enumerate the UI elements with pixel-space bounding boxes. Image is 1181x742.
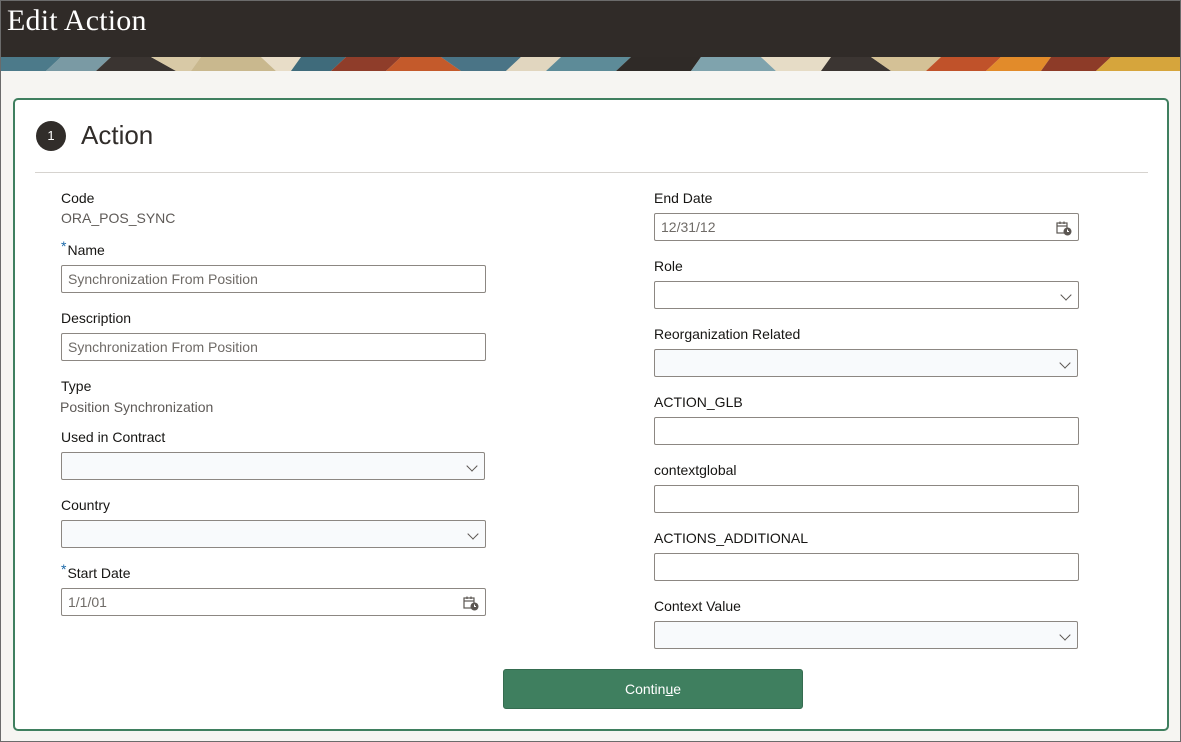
continue-label-prefix: Contin [624, 681, 666, 697]
role-label: Role [654, 258, 683, 274]
role-select[interactable] [654, 281, 1079, 309]
title-bar: Edit Action [1, 1, 1180, 57]
type-label: Type [61, 378, 92, 394]
calendar-icon[interactable] [1056, 220, 1072, 236]
name-label-text: Name [67, 242, 105, 258]
name-label: *Name [61, 238, 105, 258]
description-input[interactable]: Synchronization From Position [61, 333, 486, 361]
end-date-value: 12/31/12 [661, 219, 716, 235]
country-label: Country [61, 497, 111, 513]
reorganization-related-label: Reorganization Related [654, 326, 801, 342]
action-glb-input[interactable] [654, 417, 1079, 445]
step-number-circle: 1 [36, 121, 66, 151]
chevron-down-icon [466, 460, 478, 472]
name-input[interactable]: Synchronization From Position [61, 265, 486, 293]
used-in-contract-label: Used in Contract [61, 429, 166, 445]
start-date-label: *Start Date [61, 561, 131, 581]
required-marker: * [61, 561, 67, 577]
step-title: Action [81, 120, 154, 150]
used-in-contract-select[interactable] [61, 452, 485, 480]
start-date-input[interactable]: 1/1/01 [61, 588, 486, 616]
type-value: Position Synchronization [60, 399, 214, 415]
calendar-icon[interactable] [463, 595, 479, 611]
continue-button[interactable]: Continue [503, 669, 803, 709]
action-step-panel: 1 Action Code ORA_POS_SYNC *Name Synchro… [13, 98, 1169, 731]
chevron-down-icon [1060, 289, 1072, 301]
start-date-label-text: Start Date [67, 565, 131, 581]
reorganization-related-select[interactable] [654, 349, 1078, 377]
code-value: ORA_POS_SYNC [61, 210, 176, 226]
contextglobal-input[interactable] [654, 485, 1079, 513]
action-glb-label: ACTION_GLB [654, 394, 743, 410]
decorative-banner [1, 57, 1180, 71]
actions-additional-label: ACTIONS_ADDITIONAL [654, 530, 809, 546]
description-input-value: Synchronization From Position [68, 339, 258, 355]
actions-additional-input[interactable] [654, 553, 1079, 581]
end-date-input[interactable]: 12/31/12 [654, 213, 1079, 241]
required-marker: * [61, 238, 67, 254]
start-date-value: 1/1/01 [68, 594, 107, 610]
context-value-label: Context Value [654, 598, 741, 614]
chevron-down-icon [1059, 629, 1071, 641]
page-title: Edit Action [7, 4, 147, 37]
divider [35, 172, 1148, 173]
country-select[interactable] [61, 520, 486, 548]
chevron-down-icon [1059, 357, 1071, 369]
context-value-select[interactable] [654, 621, 1078, 649]
contextglobal-label: contextglobal [654, 462, 737, 478]
chevron-down-icon [467, 528, 479, 540]
name-input-value: Synchronization From Position [68, 271, 258, 287]
code-label: Code [61, 190, 95, 206]
continue-label-suffix: e [673, 681, 682, 697]
description-label: Description [61, 310, 132, 326]
end-date-label: End Date [654, 190, 713, 206]
